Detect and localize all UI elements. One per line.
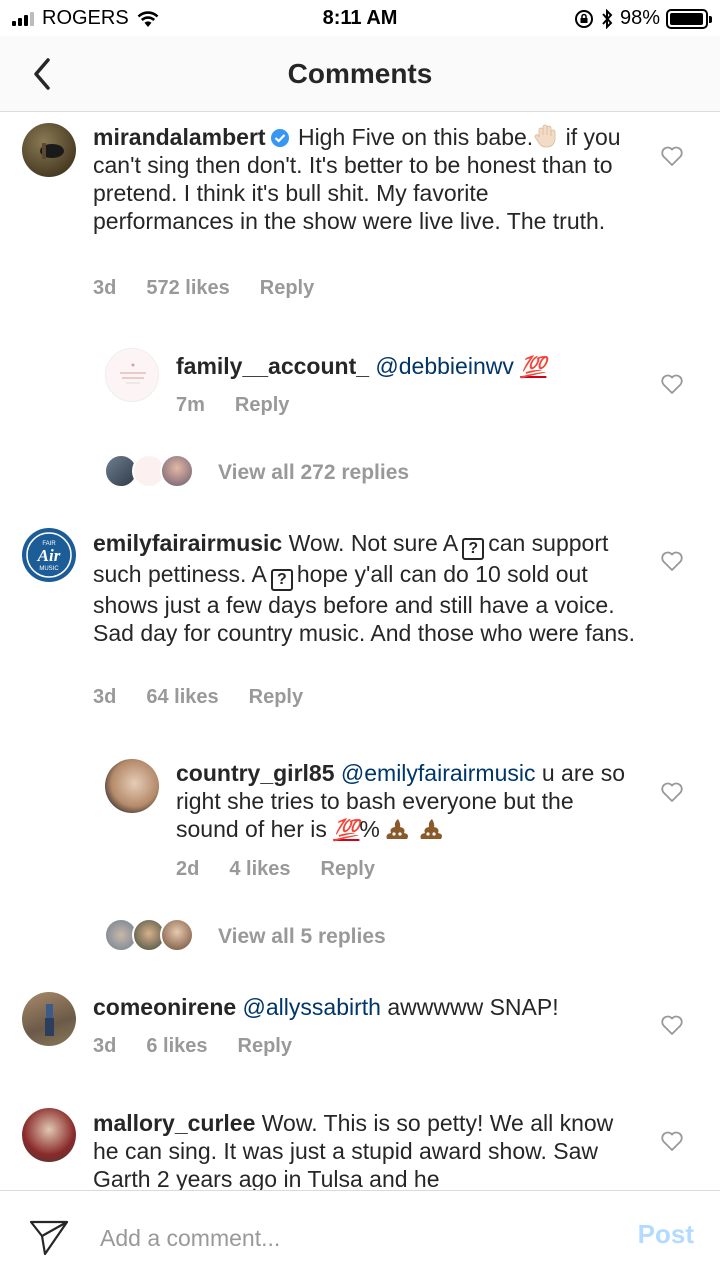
like-heart-icon[interactable]: [660, 781, 684, 803]
mention-link[interactable]: @allyssabirth: [243, 994, 381, 1020]
comment-username[interactable]: country_girl85: [176, 760, 335, 786]
like-heart-icon[interactable]: [660, 1014, 684, 1036]
comment-meta: 3d 572 likes Reply: [93, 277, 344, 300]
post-button[interactable]: Post: [638, 1219, 694, 1250]
comments-list[interactable]: mirandalambert High Five on this babe. i…: [0, 112, 720, 1190]
like-heart-icon[interactable]: [660, 550, 684, 572]
mention-link[interactable]: @debbieinwv: [375, 353, 513, 379]
avatar-logo: Air: [37, 546, 61, 565]
hundred-points-emoji: 💯: [520, 356, 547, 379]
comment-time: 3d: [93, 1035, 117, 1057]
hundred-points-emoji: 💯: [333, 819, 360, 842]
comment-meta: 7m Reply: [176, 394, 319, 417]
view-all-replies-link[interactable]: View all 5 replies: [218, 925, 386, 949]
view-replies-row[interactable]: View all 5 replies: [104, 918, 524, 958]
avatar: [160, 918, 194, 952]
comment-username[interactable]: emilyfairairmusic: [93, 530, 282, 556]
status-bar: ROGERS 8:11 AM 98%: [0, 0, 720, 36]
reply-button[interactable]: Reply: [249, 686, 303, 709]
poop-emoji-icon: [420, 819, 442, 839]
comment-text: comeonirene @allyssabirth awwwww SNAP!: [93, 994, 559, 1020]
unknown-glyph-box: ?: [270, 569, 293, 591]
page-title: Comments: [287, 58, 433, 89]
view-all-replies-link[interactable]: View all 272 replies: [218, 461, 409, 485]
comment-time: 2d: [176, 858, 200, 880]
orientation-lock-icon: [574, 9, 593, 28]
nav-header: Comments: [0, 36, 720, 112]
reply-button[interactable]: Reply: [260, 277, 314, 300]
reply-button[interactable]: Reply: [321, 858, 375, 881]
battery-percent: 98%: [619, 7, 660, 29]
comment-text: mirandalambert High Five on this babe. i…: [93, 124, 621, 234]
likes-count[interactable]: 572 likes: [146, 277, 229, 300]
like-heart-icon[interactable]: [660, 1130, 684, 1152]
comment-text: emilyfairairmusic Wow. Not sure A? can su…: [93, 530, 636, 646]
like-heart-icon[interactable]: [660, 373, 684, 395]
likes-count[interactable]: 6 likes: [146, 1035, 207, 1058]
comment-username[interactable]: mirandalambert: [93, 124, 266, 150]
battery-icon: [666, 8, 712, 29]
comment-composer: Post: [0, 1190, 720, 1280]
avatar[interactable]: [22, 123, 76, 177]
likes-count[interactable]: 64 likes: [146, 686, 218, 709]
avatar[interactable]: FAIR Air MUSIC: [22, 528, 76, 582]
avatar[interactable]: [22, 992, 76, 1046]
comment-username[interactable]: comeonirene: [93, 994, 236, 1020]
mention-link[interactable]: @emilyfairairmusic: [341, 760, 536, 786]
comment-time: 3d: [93, 277, 117, 299]
comment-meta: 3d 6 likes Reply: [93, 1035, 322, 1058]
bluetooth-icon: [602, 8, 613, 29]
likes-count[interactable]: 4 likes: [229, 858, 290, 881]
avatar[interactable]: [105, 348, 159, 402]
reply-button[interactable]: Reply: [235, 394, 289, 417]
view-replies-row[interactable]: View all 272 replies: [104, 454, 524, 494]
avatar-logo-bottom: MUSIC: [39, 566, 59, 572]
direct-send-icon[interactable]: [28, 1217, 70, 1257]
comment-input[interactable]: [100, 1221, 600, 1255]
comment-time: 7m: [176, 394, 205, 416]
comment-meta: 2d 4 likes Reply: [176, 858, 405, 881]
comment-username[interactable]: family__account_: [176, 353, 369, 379]
poop-emoji-icon: [386, 819, 408, 839]
reply-avatars: [104, 918, 194, 954]
comment-text: family__account_ @debbieinwv 💯: [176, 352, 636, 382]
like-heart-icon[interactable]: [660, 145, 684, 167]
verified-badge-icon: [270, 129, 289, 147]
comment-text: mallory_curlee Wow. This is so petty! We…: [93, 1110, 614, 1190]
avatar[interactable]: [22, 1108, 76, 1162]
comment-time: 3d: [93, 686, 117, 708]
avatar[interactable]: [105, 759, 159, 813]
raised-hand-emoji-icon: [534, 124, 556, 148]
avatar: [160, 454, 194, 488]
unknown-glyph-box: ?: [462, 538, 485, 560]
comment-text: country_girl85 @emilyfairairmusic u are …: [176, 760, 625, 842]
reply-button[interactable]: Reply: [238, 1035, 292, 1058]
reply-avatars: [104, 454, 194, 490]
comment-username[interactable]: mallory_curlee: [93, 1110, 255, 1136]
comment-meta: 3d 64 likes Reply: [93, 686, 333, 709]
